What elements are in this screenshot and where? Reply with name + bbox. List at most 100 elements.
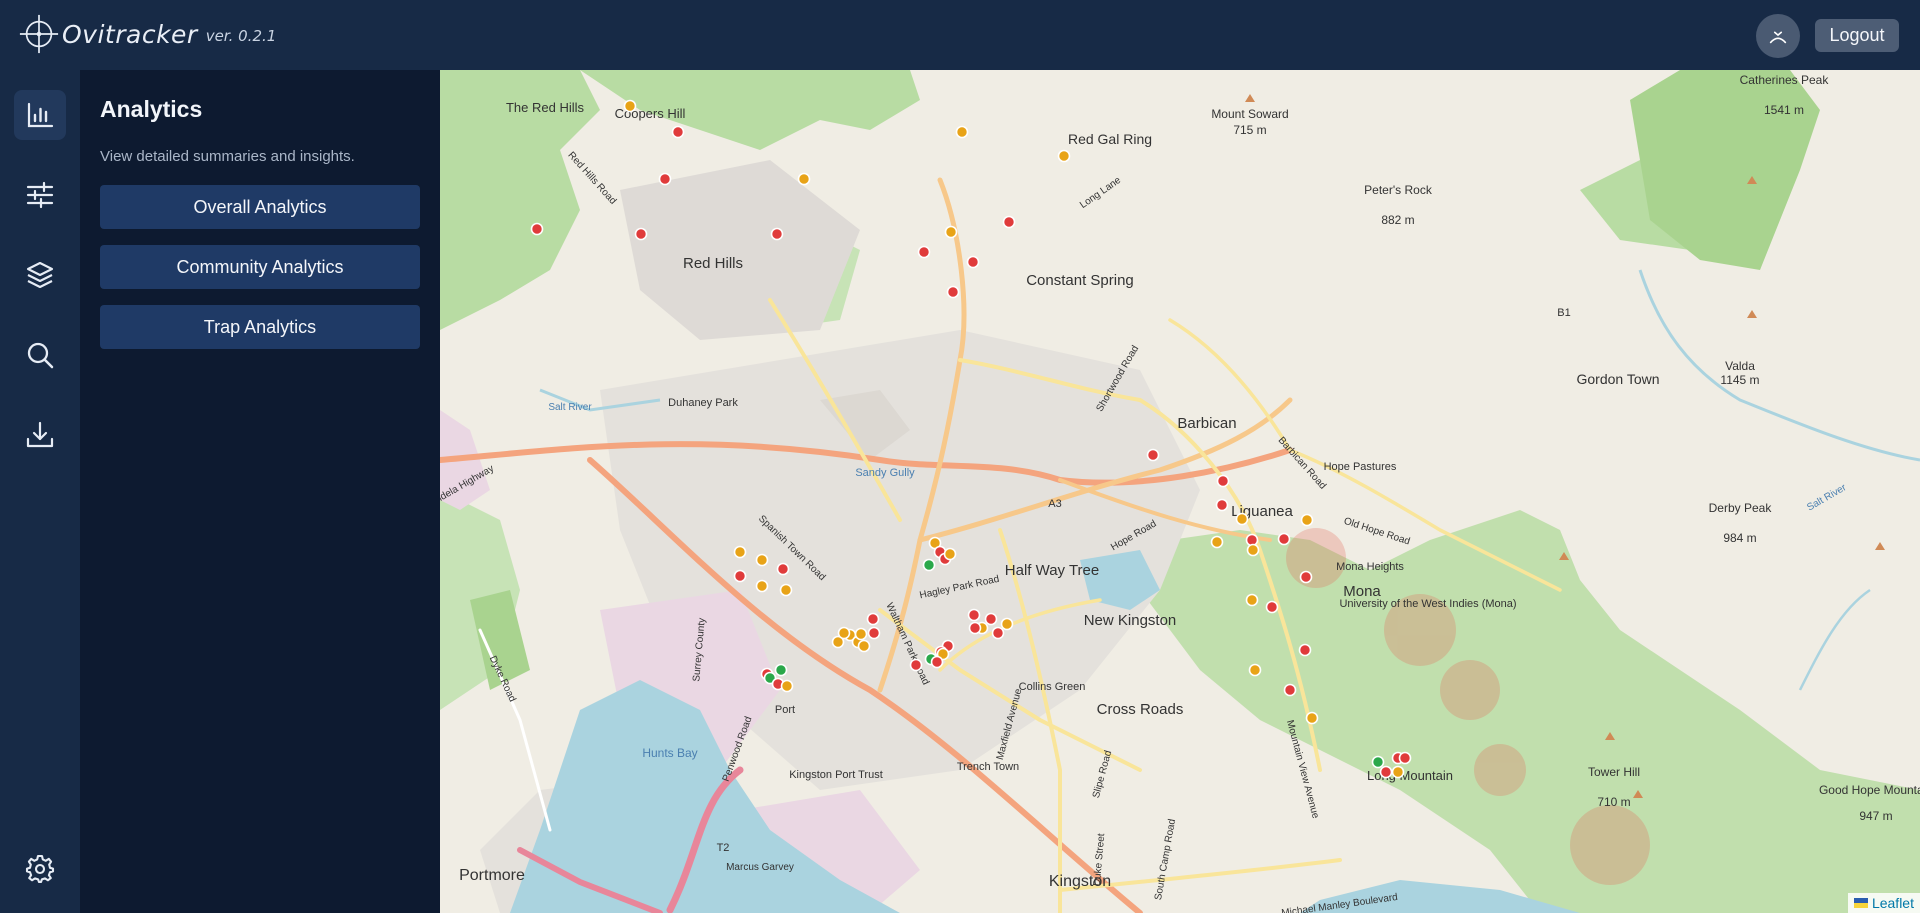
green-trap-marker[interactable] <box>774 663 788 677</box>
red-trap-marker[interactable] <box>1146 448 1160 462</box>
red-trap-marker[interactable] <box>966 255 980 269</box>
red-trap-marker[interactable] <box>917 245 931 259</box>
map-label: Hunts Bay <box>642 746 697 760</box>
red-trap-marker[interactable] <box>1283 683 1297 697</box>
red-trap-marker[interactable] <box>967 608 981 622</box>
red-trap-marker[interactable] <box>1298 643 1312 657</box>
map-attribution[interactable]: Leaflet <box>1847 893 1920 913</box>
map-label: B1 <box>1557 307 1570 319</box>
rail-item-search[interactable] <box>14 330 66 380</box>
red-trap-marker[interactable] <box>1215 498 1229 512</box>
attribution-link[interactable]: Leaflet <box>1872 895 1914 911</box>
panel-subtitle: View detailed summaries and insights. <box>100 148 355 165</box>
red-trap-marker[interactable] <box>530 222 544 236</box>
map-tiles[interactable]: The Red Hills Coopers Hill Red Hills Red… <box>440 70 1920 913</box>
orange-trap-marker[interactable] <box>755 553 769 567</box>
community-analytics-button[interactable]: Community Analytics <box>100 245 420 289</box>
map-label: The Red Hills <box>506 100 585 115</box>
orange-trap-marker[interactable] <box>733 545 747 559</box>
map-label: Kingston Port Trust <box>789 769 883 781</box>
map-label: Duhaney Park <box>668 397 738 409</box>
red-trap-marker[interactable] <box>867 626 881 640</box>
bar-chart-icon <box>27 102 54 128</box>
trap-analytics-button[interactable]: Trap Analytics <box>100 305 420 349</box>
orange-trap-marker[interactable] <box>943 547 957 561</box>
orange-trap-marker[interactable] <box>779 583 793 597</box>
red-trap-marker[interactable] <box>1299 570 1313 584</box>
map-label: Old Hope Road <box>1342 516 1411 548</box>
map-label: Portmore <box>459 867 525 884</box>
map-label: Gordon Town <box>1576 371 1659 387</box>
map-label: T2 <box>717 842 730 854</box>
rail-item-filters[interactable] <box>14 170 66 220</box>
orange-trap-marker[interactable] <box>797 172 811 186</box>
orange-trap-marker[interactable] <box>857 639 871 653</box>
orange-trap-marker[interactable] <box>1391 765 1405 779</box>
top-bar: Ovitracker ver. 0.2.1 Logout <box>0 0 1920 70</box>
ukraine-flag-icon <box>1853 898 1868 908</box>
orange-trap-marker[interactable] <box>854 627 868 641</box>
red-trap-marker[interactable] <box>1379 765 1393 779</box>
orange-trap-marker[interactable] <box>944 225 958 239</box>
map-label: Peter's Rock <box>1364 183 1433 197</box>
map-label: Port <box>775 704 795 716</box>
orange-trap-marker[interactable] <box>837 626 851 640</box>
rail-item-settings[interactable] <box>14 844 66 894</box>
red-trap-marker[interactable] <box>770 227 784 241</box>
orange-trap-marker[interactable] <box>755 579 769 593</box>
orange-trap-marker[interactable] <box>955 125 969 139</box>
orange-trap-marker[interactable] <box>623 99 637 113</box>
orange-trap-marker[interactable] <box>1210 535 1224 549</box>
orange-trap-marker[interactable] <box>1248 663 1262 677</box>
map-view[interactable]: The Red Hills Coopers Hill Red Hills Red… <box>440 70 1920 913</box>
red-trap-marker[interactable] <box>984 612 998 626</box>
icon-rail <box>0 70 80 913</box>
red-trap-marker[interactable] <box>658 172 672 186</box>
rail-item-analytics[interactable] <box>14 90 66 140</box>
red-trap-marker[interactable] <box>930 655 944 669</box>
red-trap-marker[interactable] <box>1216 474 1230 488</box>
red-trap-marker[interactable] <box>991 626 1005 640</box>
red-trap-marker[interactable] <box>968 621 982 635</box>
orange-trap-marker[interactable] <box>1057 149 1071 163</box>
red-trap-marker[interactable] <box>776 562 790 576</box>
orange-trap-marker[interactable] <box>1245 593 1259 607</box>
map-label: Mona Heights <box>1336 561 1404 573</box>
gear-icon <box>25 854 55 884</box>
green-trap-marker[interactable] <box>1371 755 1385 769</box>
app-logo[interactable]: Ovitracker ver. 0.2.1 <box>18 8 276 60</box>
orange-trap-marker[interactable] <box>1300 513 1314 527</box>
logout-button[interactable]: Logout <box>1815 19 1899 52</box>
app-name: Ovitracker <box>62 19 198 49</box>
search-icon <box>27 342 54 369</box>
orange-trap-marker[interactable] <box>1246 543 1260 557</box>
red-trap-marker[interactable] <box>1265 600 1279 614</box>
orange-trap-marker[interactable] <box>780 679 794 693</box>
map-label: Long Lane <box>1078 175 1123 211</box>
rail-item-download[interactable] <box>14 410 66 460</box>
red-trap-marker[interactable] <box>1398 751 1412 765</box>
orange-trap-marker[interactable] <box>1000 617 1014 631</box>
rail-item-layers[interactable] <box>14 250 66 300</box>
green-trap-marker[interactable] <box>922 558 936 572</box>
red-trap-marker[interactable] <box>866 612 880 626</box>
map-label: Tower Hill <box>1588 765 1640 779</box>
map-label: Half Way Tree <box>1005 562 1099 579</box>
overall-analytics-button[interactable]: Overall Analytics <box>100 185 420 229</box>
red-trap-marker[interactable] <box>946 285 960 299</box>
map-label: Catherines Peak <box>1740 73 1830 87</box>
orange-trap-marker[interactable] <box>1235 512 1249 526</box>
red-trap-marker[interactable] <box>909 658 923 672</box>
layers-icon <box>26 261 54 289</box>
map-label: 1541 m <box>1764 103 1804 117</box>
red-trap-marker[interactable] <box>1002 215 1016 229</box>
red-trap-marker[interactable] <box>671 125 685 139</box>
map-label: Hope Pastures <box>1324 461 1397 473</box>
orange-trap-marker[interactable] <box>1305 711 1319 725</box>
map-label: Trench Town <box>957 761 1019 773</box>
user-profile-button[interactable] <box>1756 14 1800 58</box>
map-label: Good Hope Mountain <box>1819 783 1920 797</box>
red-trap-marker[interactable] <box>634 227 648 241</box>
red-trap-marker[interactable] <box>1277 532 1291 546</box>
red-trap-marker[interactable] <box>733 569 747 583</box>
